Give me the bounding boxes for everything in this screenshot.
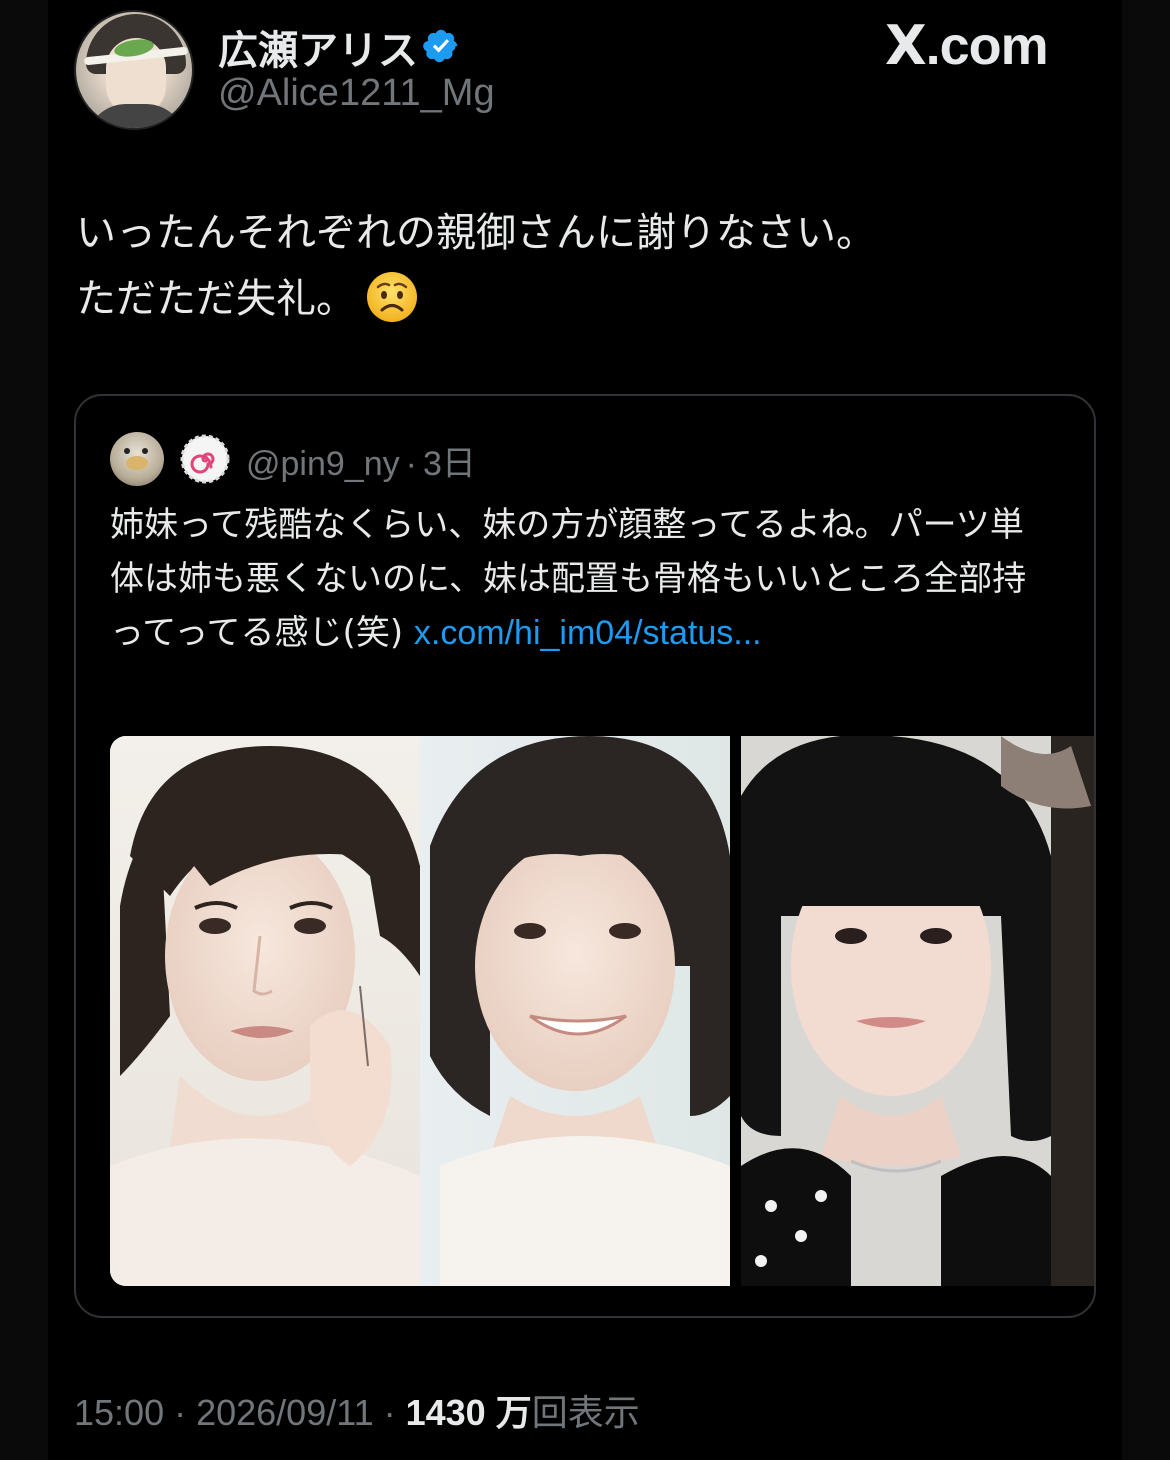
tweet-body: いったんそれぞれの親御さんに謝りなさい。 ただただ失礼。 <box>76 200 1076 332</box>
quoted-link[interactable]: x.com/hi_im04/status... <box>414 614 762 652</box>
quoted-handle[interactable]: @pin9_ny <box>246 445 400 483</box>
brand-watermark: X.com <box>885 14 1049 77</box>
separator: · <box>405 445 417 483</box>
tweet-line-2-text: ただただ失礼。 <box>76 276 356 322</box>
tweet-time[interactable]: 15:00 <box>74 1392 164 1433</box>
quoted-media-image-1[interactable] <box>110 736 730 1286</box>
worried-face-emoji-icon <box>367 272 417 322</box>
author-avatar[interactable] <box>74 10 194 130</box>
avatar-eye <box>124 448 130 454</box>
quoted-author-avatar[interactable] <box>110 432 164 486</box>
quoted-media-image-2[interactable] <box>741 736 1096 1286</box>
avatar-eye <box>142 448 148 454</box>
brand-domain: .com <box>925 16 1049 76</box>
separator: · <box>174 1392 187 1433</box>
views-number: 1430 <box>405 1392 486 1433</box>
x-logo-icon: X <box>885 14 927 77</box>
tweet-meta: 15:00 · 2026/09/11 · 1430 万回表示 <box>74 1384 640 1436</box>
quoted-body: 姉妹って残酷なくらい、妹の方が顔整ってるよね。パーツ単体は姉も悪くないのに、妹は… <box>110 498 1050 660</box>
verified-badge-icon <box>423 29 458 63</box>
views-count[interactable]: 1430 万 <box>406 1392 532 1433</box>
separator: · <box>383 1392 396 1433</box>
views-unit: 万 <box>495 1392 532 1433</box>
right-backdrop <box>1122 0 1170 1460</box>
tweet-line-2: ただただ失礼。 <box>76 266 1076 332</box>
avatar-shirt <box>86 104 186 128</box>
left-backdrop <box>0 0 48 1460</box>
quoted-time[interactable]: 3日 <box>423 445 476 483</box>
tweet-line-1: いったんそれぞれの親御さんに謝りなさい。 <box>76 210 876 256</box>
naruto-fishcake-icon <box>180 434 230 484</box>
tweet-date[interactable]: 2026/09/11 <box>196 1392 374 1433</box>
author-display-name[interactable]: 広瀬アリス <box>218 18 418 76</box>
author-handle[interactable]: @Alice1211_Mg <box>218 72 495 115</box>
avatar-beak <box>126 456 148 470</box>
views-label: 回表示 <box>531 1392 640 1433</box>
quoted-handle-line: @pin9_ny · 3日 <box>246 436 476 485</box>
quoted-tweet[interactable]: @pin9_ny · 3日 姉妹って残酷なくらい、妹の方が顔整ってるよね。パーツ単体… <box>74 394 1096 1318</box>
